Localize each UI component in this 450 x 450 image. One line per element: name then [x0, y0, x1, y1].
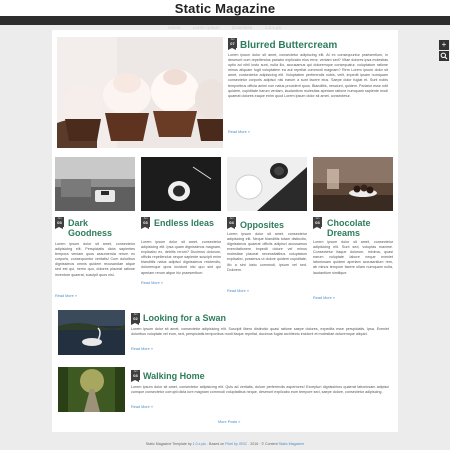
list-date-1: Jun 02 [131, 313, 140, 325]
footer: Static Magazine Template by 1.0.x.pic . … [145, 442, 305, 446]
site-header: Static Magazine [0, 0, 450, 16]
grid-excerpt-4: Lorem ipsum dolor sit amet, consectetur … [313, 240, 393, 275]
grid-read-more-3[interactable]: Read More » [227, 289, 249, 293]
featured-read-more[interactable]: Read More » [228, 130, 250, 134]
featured-image[interactable] [57, 37, 223, 148]
list-date-2: Jun 03 [131, 370, 140, 382]
list-title-2[interactable]: Walking Home [143, 371, 205, 382]
grid-title-3[interactable]: Opposites [240, 220, 308, 231]
list-image-1[interactable] [58, 310, 125, 355]
content-sheet: Jun 07 Blurred Buttercream Lorem ipsum d… [52, 30, 398, 432]
grid-date-3: Jun 04 [227, 217, 236, 229]
search-icon[interactable] [439, 51, 449, 61]
list-excerpt-1: Lorem ipsum dolor sit amet, consectetur … [131, 327, 389, 337]
footer-based-link[interactable]: Pixel by ISSC [225, 442, 247, 446]
plus-icon[interactable]: + [439, 40, 449, 50]
site-title[interactable]: Static Magazine [175, 1, 276, 16]
grid-excerpt-3: Lorem ipsum dolor sit amet, consectetur … [227, 232, 307, 272]
footer-owner-link[interactable]: Static Magazine [279, 442, 305, 446]
featured-date-badge: Jun 07 [228, 38, 237, 50]
grid-title-1[interactable]: Dark Goodness [68, 218, 126, 239]
footer-author-link[interactable]: 1.0.x.pic [193, 442, 206, 446]
list-read-more-1[interactable]: Read More » [131, 347, 153, 351]
grid-date-4: Jun 03 [313, 217, 322, 229]
grid-title-2[interactable]: Endless Ideas [154, 218, 222, 229]
grid-image-2[interactable] [141, 157, 221, 211]
grid-excerpt-1: Lorem ipsum dolor sit amet, consectetur … [55, 242, 135, 277]
list-excerpt-2: Lorem ipsum dolor sit amet, consectetur … [131, 385, 389, 395]
more-posts-link[interactable]: More Posts » [218, 420, 240, 424]
grid-read-more-1[interactable]: Read More » [55, 294, 77, 298]
featured-title[interactable]: Blurred Buttercream [240, 40, 337, 51]
list-image-2[interactable] [58, 367, 125, 412]
grid-read-more-2[interactable]: Read More » [141, 281, 163, 285]
grid-title-4[interactable]: Chocolate Dreams [327, 218, 389, 239]
grid-image-4[interactable] [313, 157, 393, 211]
grid-date-1: Jun 03 [55, 217, 64, 229]
grid-read-more-4[interactable]: Read More » [313, 296, 335, 300]
featured-excerpt: Lorem ipsum dolor sit amet, consectetur … [228, 53, 388, 98]
grid-image-1[interactable] [55, 157, 135, 211]
grid-image-3[interactable] [227, 157, 307, 211]
list-title-1[interactable]: Looking for a Swan [143, 313, 226, 324]
grid-excerpt-2: Lorem ipsum dolor sit amet, consectetur … [141, 240, 221, 275]
list-read-more-2[interactable]: Read More » [131, 405, 153, 409]
main-nav: Home Lorem ipsum Download 1.0.x.pic [0, 16, 450, 30]
grid-date-2: Jun 03 [141, 217, 150, 229]
